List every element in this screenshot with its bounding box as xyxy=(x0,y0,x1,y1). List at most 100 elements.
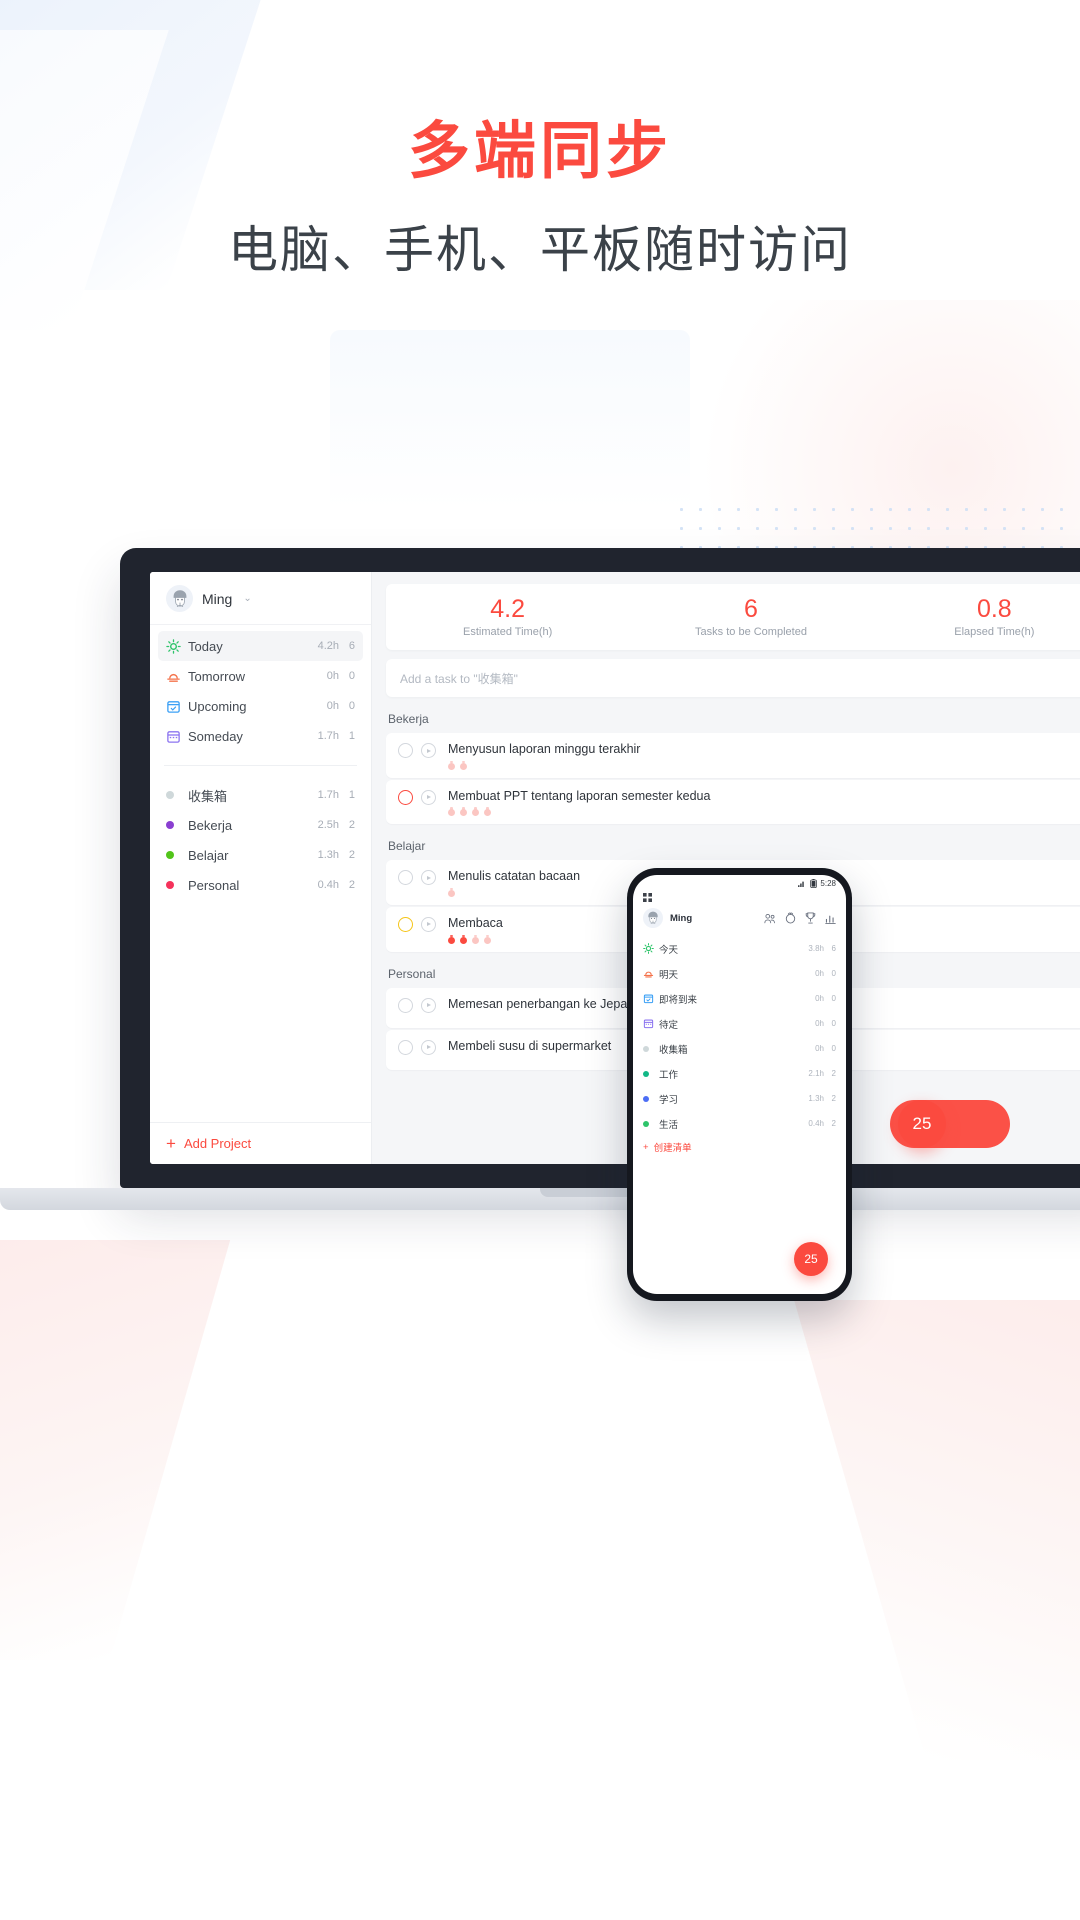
user-avatar-icon xyxy=(645,910,661,926)
sidebar-item-someday[interactable]: Someday 1.7h 1 xyxy=(158,721,363,751)
phone-item-upcoming[interactable]: 即将到来 0h 0 xyxy=(643,986,836,1011)
phone-item-today[interactable]: 今天 3.8h 6 xyxy=(643,936,836,961)
phone-item-someday[interactable]: 待定 0h 0 xyxy=(643,1011,836,1036)
phone-project-life[interactable]: 生活 0.4h 2 xyxy=(643,1111,836,1136)
pomodoro-estimate xyxy=(448,760,1080,770)
dot-grid-pattern xyxy=(672,500,1072,548)
phone-project-work[interactable]: 工作 2.1h 2 xyxy=(643,1061,836,1086)
signal-icon xyxy=(798,881,805,887)
sidebar-project-bekerja[interactable]: Bekerja 2.5h 2 xyxy=(158,810,363,840)
sidebar-item-count: 0 xyxy=(348,670,355,682)
laptop-screen: Ming ⌄ Today 4.2h 6 Tomorrow 0h 0 Upcomi… xyxy=(150,572,1080,1164)
phone-smart-lists: 今天 3.8h 6 明天 0h 0 即将到来 0h 0 待定 0h 0 xyxy=(633,936,846,1036)
tomato-icon xyxy=(460,760,467,770)
sidebar-project-belajar[interactable]: Belajar 1.3h 2 xyxy=(158,840,363,870)
tomato-icon xyxy=(448,934,455,944)
add-project-button[interactable]: + Add Project xyxy=(150,1122,371,1164)
hero-title: 多端同步 xyxy=(407,117,672,186)
faint-panel-shape xyxy=(330,330,690,510)
phone-user-name: Ming xyxy=(670,912,693,924)
phone-item-hours: 0h xyxy=(815,994,824,1003)
phone-create-list-label: 创建清单 xyxy=(653,1143,692,1154)
phone-item-tomorrow[interactable]: 明天 0h 0 xyxy=(643,961,836,986)
task-row[interactable]: Membuat PPT tentang laporan semester ked… xyxy=(386,779,1080,825)
task-checkbox-icon[interactable] xyxy=(398,870,413,886)
phone-pomodoro-button[interactable]: 25 xyxy=(794,1242,828,1276)
phone-item-label: 待定 xyxy=(659,1019,679,1031)
task-checkbox-icon[interactable] xyxy=(398,916,413,932)
sidebar-project-inbox[interactable]: 收集箱 1.7h 1 xyxy=(158,780,363,810)
drag-handle-icon[interactable] xyxy=(633,891,846,904)
phone-project-study[interactable]: 学习 1.3h 2 xyxy=(643,1086,836,1111)
tomato-icon xyxy=(472,807,479,817)
add-project-label: Add Project xyxy=(183,1136,252,1151)
friends-icon[interactable] xyxy=(764,913,776,924)
plus-icon: + xyxy=(643,1141,649,1153)
section-title-belajar: Belajar xyxy=(388,839,426,854)
start-timer-icon[interactable] xyxy=(421,789,436,805)
app-sidebar: Ming ⌄ Today 4.2h 6 Tomorrow 0h 0 Upcomi… xyxy=(150,572,372,1164)
pomodoro-estimate xyxy=(448,807,1080,817)
phone-project-inbox[interactable]: 收集箱 0h 0 xyxy=(643,1036,836,1061)
phone-item-label: 学习 xyxy=(659,1094,679,1106)
hero-subtitle: 电脑、手机、平板随时访问 xyxy=(228,222,852,279)
task-checkbox-icon[interactable] xyxy=(398,1039,413,1055)
stat-value: 6 xyxy=(744,594,758,623)
start-timer-icon[interactable] xyxy=(421,743,436,758)
stats-icon[interactable] xyxy=(825,913,836,924)
tomato-icon xyxy=(448,807,455,817)
tomato-icon xyxy=(460,934,467,944)
avatar[interactable] xyxy=(643,908,663,928)
chevron-down-icon[interactable]: ⌄ xyxy=(243,593,251,604)
sidebar-user-row[interactable]: Ming ⌄ xyxy=(150,572,371,625)
task-checkbox-icon[interactable] xyxy=(398,789,413,805)
sidebar-item-label: Personal xyxy=(188,877,240,893)
task-row[interactable]: Menyusun laporan minggu terakhir xyxy=(386,733,1080,778)
start-timer-icon[interactable] xyxy=(421,1039,436,1055)
start-timer-icon[interactable] xyxy=(421,870,436,886)
user-avatar-icon xyxy=(169,588,190,609)
sidebar-item-hours: 1.7h xyxy=(317,789,339,801)
task-body: Menyusun laporan minggu terakhir xyxy=(448,742,1080,770)
tomato-icon xyxy=(484,807,491,817)
phone-header: Ming xyxy=(633,904,846,936)
phone-item-hours: 3.8h xyxy=(808,944,824,953)
phone-create-list-button[interactable]: + 创建清单 xyxy=(633,1136,846,1155)
sidebar-item-upcoming[interactable]: Upcoming 0h 0 xyxy=(158,691,363,721)
stat-label: Tasks to be Completed xyxy=(695,626,807,639)
project-dot-icon xyxy=(643,1095,659,1102)
task-checkbox-icon[interactable] xyxy=(398,997,413,1013)
sidebar-item-count: 1 xyxy=(348,789,355,801)
phone-item-label: 工作 xyxy=(659,1069,679,1081)
sidebar-item-hours: 1.7h xyxy=(317,730,339,742)
start-timer-icon[interactable] xyxy=(421,916,436,932)
phone-item-hours: 0h xyxy=(815,1044,824,1053)
stat-value: 4.2 xyxy=(490,594,526,623)
sidebar-item-hours: 0h xyxy=(326,670,339,682)
phone-item-count: 0 xyxy=(831,1019,836,1028)
pomodoro-timer-button[interactable]: 25 xyxy=(898,1100,946,1148)
plus-icon: + xyxy=(166,1134,176,1153)
phone-screen: 5:28 Ming 今天 3.8h 6 明天 0h 0 即将到来 0h 0 待定… xyxy=(633,875,846,1294)
sidebar-project-personal[interactable]: Personal 0.4h 2 xyxy=(158,870,363,900)
sidebar-item-count: 2 xyxy=(348,819,355,831)
laptop-base xyxy=(0,1188,1080,1210)
project-dot-icon xyxy=(643,1045,659,1052)
task-checkbox-icon[interactable] xyxy=(398,743,413,758)
sunrise-icon xyxy=(643,968,659,979)
achievement-icon[interactable] xyxy=(805,912,816,924)
pomodoro-icon[interactable] xyxy=(785,912,796,924)
phone-item-count: 6 xyxy=(831,944,836,953)
sidebar-item-tomorrow[interactable]: Tomorrow 0h 0 xyxy=(158,661,363,691)
sidebar-item-today[interactable]: Today 4.2h 6 xyxy=(158,631,363,661)
phone-item-count: 2 xyxy=(831,1119,836,1128)
add-task-placeholder: Add a task to "收集箱" xyxy=(400,671,518,686)
add-task-input[interactable]: Add a task to "收集箱" xyxy=(386,659,1080,697)
chevron-shape-bottom-left xyxy=(0,1240,231,1660)
sidebar-item-hours: 0.4h xyxy=(317,879,339,891)
phone-mockup: 5:28 Ming 今天 3.8h 6 明天 0h 0 即将到来 0h 0 待定… xyxy=(627,868,852,1301)
start-timer-icon[interactable] xyxy=(421,997,436,1013)
sidebar-user-name: Ming xyxy=(202,590,233,607)
phone-item-hours: 1.3h xyxy=(808,1094,824,1103)
